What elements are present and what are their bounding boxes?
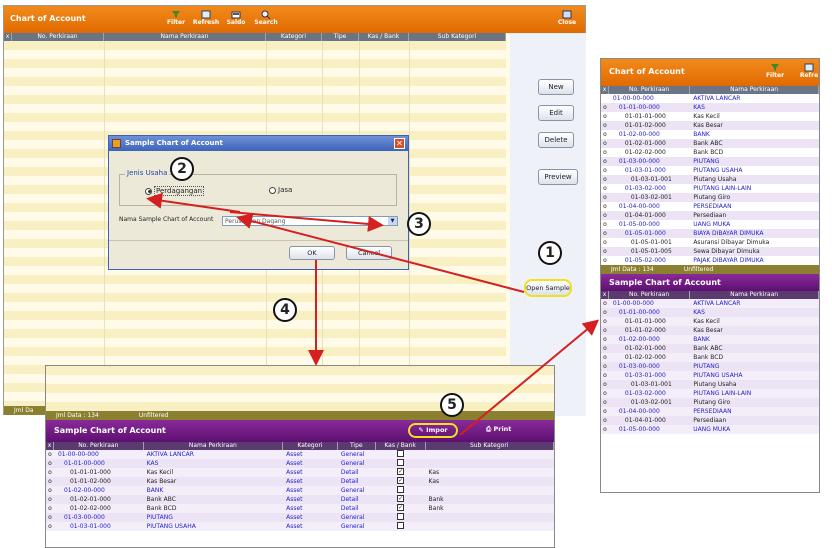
arrow-3 (229, 211, 384, 232)
arrow-1 (236, 213, 525, 293)
callout-2: 2 (170, 157, 194, 181)
callout-4: 4 (273, 298, 297, 322)
arrow-5 (459, 319, 600, 436)
callout-3: 3 (407, 212, 431, 236)
annotation-arrows (146, 192, 600, 436)
callout-5: 5 (440, 393, 464, 417)
callout-1: 1 (538, 241, 562, 265)
arrow-2 (146, 192, 241, 213)
